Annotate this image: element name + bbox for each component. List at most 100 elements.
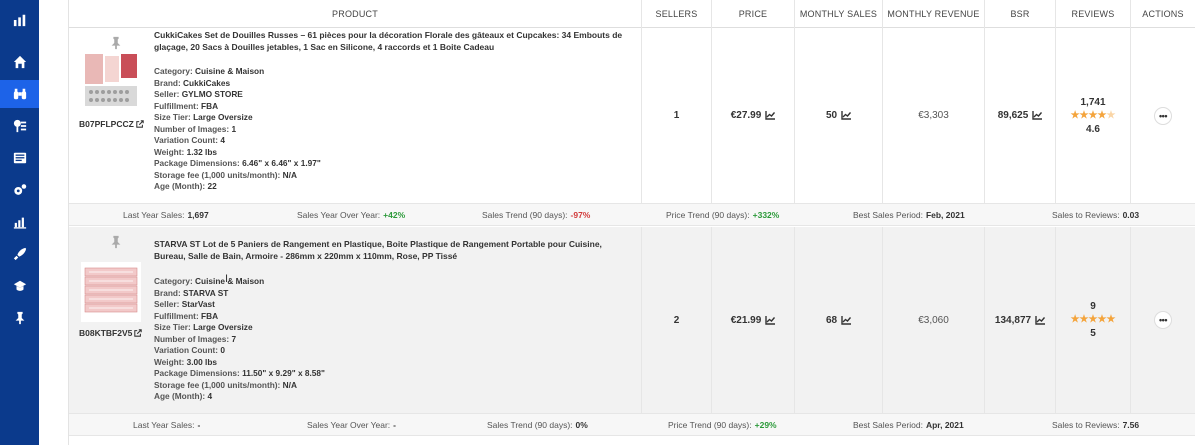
actions-cell: ••• (1131, 227, 1195, 413)
star-icon: ★ (1088, 314, 1098, 325)
external-link-icon (134, 329, 143, 337)
sales-to-reviews: Sales to Reviews: 0.03 (1052, 210, 1140, 220)
star-icon: ★ (1106, 314, 1116, 325)
detail-line: Category: Cuisine & Maison (154, 276, 265, 286)
detail-line: Seller: GYLMO STORE (154, 89, 243, 99)
monthly-sales-value: 50 (825, 110, 838, 121)
monthly-sales-cell: 68 (795, 227, 883, 413)
sellers-value: 2 (642, 227, 712, 413)
sales-to-reviews: Sales to Reviews: 7.56 (1052, 420, 1140, 430)
header-actions: ACTIONS (1142, 9, 1184, 19)
sales-history-chart-icon[interactable] (841, 111, 852, 120)
star-icon: ★ (1079, 109, 1089, 121)
pin-icon[interactable] (0, 304, 39, 332)
bsr-cell: 89,625 (985, 28, 1056, 203)
listing-icon[interactable] (0, 144, 39, 172)
detail-line: Number of Images: 7 (154, 333, 237, 344)
rating-value: 5 (1090, 328, 1096, 339)
asin-link[interactable]: B07PFLPCCZ (79, 119, 144, 129)
bsr-value: 89,625 (997, 110, 1029, 121)
bsr-value: 134,877 (994, 314, 1032, 326)
price-value: €21.99 (730, 314, 762, 326)
price-trend: Price Trend (90 days): +29% (668, 420, 777, 430)
product-details: Category: Cuisine & Maison Brand: STARVA… (154, 276, 325, 403)
pin-icon[interactable] (109, 36, 123, 50)
price-history-chart-icon[interactable] (765, 111, 776, 120)
external-link-icon (136, 120, 144, 128)
more-actions-button[interactable]: ••• (1154, 311, 1172, 329)
asin-text: B08KTBF2V5 (79, 328, 133, 338)
rocket-icon[interactable] (0, 240, 39, 268)
sales-stats-row: Last Year Sales: - Sales Year Over Year: -… (69, 414, 1195, 436)
detail-line: Storage fee (1,000 units/month): N/A (154, 379, 297, 390)
product-image[interactable] (81, 50, 141, 110)
binoculars-icon[interactable] (0, 80, 39, 108)
star-rating: ★ ★ ★ ★ ★ (1071, 109, 1116, 121)
monthly-revenue-value: €3,303 (883, 28, 985, 203)
asin-link[interactable]: B08KTBF2V5 (79, 328, 143, 338)
more-actions-button[interactable]: ••• (1154, 106, 1172, 125)
last-year-sales: Last Year Sales: 1,697 (123, 210, 209, 220)
detail-line: Brand: STARVA ST (154, 287, 229, 298)
logo-icon[interactable] (0, 6, 39, 34)
price-cell: €27.99 (712, 28, 795, 203)
product-cell: B08KTBF2V5 STARVA ST Lot de 5 Paniers de… (69, 227, 642, 413)
text-cursor-icon: I (225, 273, 229, 285)
detail-line: Size Tier: Large Oversize (154, 322, 253, 332)
table-row[interactable]: B07PFLPCCZ CukkiCakes Set de Douilles Ru… (69, 28, 1195, 204)
header-bsr[interactable]: BSR (985, 0, 1056, 28)
table-row[interactable]: B08KTBF2V5 STARVA ST Lot de 5 Paniers de… (69, 227, 1195, 414)
header-reviews[interactable]: REVIEWS (1056, 0, 1131, 28)
header-monthly-revenue[interactable]: MONTHLY REVENUE (883, 0, 985, 28)
detail-line: Size Tier: Large Oversize (154, 112, 253, 122)
review-count: 1,741 (1080, 96, 1106, 108)
settings-gears-icon[interactable] (0, 176, 39, 204)
price-history-chart-icon[interactable] (765, 315, 776, 325)
product-image[interactable] (81, 262, 141, 322)
star-icon: ★ (1079, 314, 1089, 325)
price-value: €27.99 (730, 110, 762, 121)
home-icon[interactable] (0, 48, 39, 76)
price-cell: €21.99 (712, 227, 795, 413)
reviews-cell: 1,741 ★ ★ ★ ★ ★ 4.6 (1056, 28, 1131, 203)
monthly-sales-cell: 50 (795, 28, 883, 203)
products-table: PRODUCT SELLERS PRICE MONTHLY SALES MONT… (68, 0, 1195, 445)
rating-value: 4.6 (1086, 123, 1100, 135)
detail-line: Category: Cuisine & Maison (154, 66, 265, 76)
star-rating: ★ ★ ★ ★ ★ (1071, 315, 1116, 325)
header-sellers[interactable]: SELLERS (642, 0, 712, 28)
detail-line: Fulfillment: FBA (154, 310, 219, 321)
bsr-history-chart-icon[interactable] (1032, 111, 1043, 120)
detail-line: Package Dimensions: 6.46" x 6.46" x 1.97… (154, 158, 321, 168)
sales-trend: Sales Trend (90 days): -97% (482, 210, 591, 220)
product-title[interactable]: CukkiCakes Set de Douilles Russes – 61 p… (154, 29, 634, 53)
bsr-history-chart-icon[interactable] (1035, 315, 1046, 325)
product-title[interactable]: STARVA ST Lot de 5 Paniers de Rangement … (154, 238, 634, 262)
detail-line: Age (Month): 22 (154, 181, 217, 191)
sales-yoy: Sales Year Over Year: - (307, 420, 397, 430)
header-product[interactable]: PRODUCT (69, 0, 642, 28)
sales-history-chart-icon[interactable] (841, 315, 852, 325)
detail-line: Fulfillment: FBA (154, 100, 219, 111)
header-monthly-sales[interactable]: MONTHLY SALES (795, 0, 883, 28)
analytics-icon[interactable] (0, 208, 39, 236)
product-cell: B07PFLPCCZ CukkiCakes Set de Douilles Ru… (69, 28, 642, 203)
price-trend: Price Trend (90 days): +332% (666, 210, 780, 220)
sellers-value: 1 (642, 28, 712, 203)
graduation-cap-icon[interactable] (0, 272, 39, 300)
table-row[interactable] (69, 437, 1195, 445)
monthly-revenue-value: €3,060 (883, 227, 985, 413)
detail-line: Weight: 3.00 lbs (154, 356, 218, 367)
detail-line: Variation Count: 0 (154, 345, 226, 355)
sales-yoy: Sales Year Over Year: +42% (297, 210, 406, 220)
sidebar (0, 0, 39, 445)
header-price[interactable]: PRICE (712, 0, 795, 28)
keyword-icon[interactable] (0, 112, 39, 140)
pin-icon[interactable] (109, 235, 123, 249)
review-count: 9 (1090, 301, 1096, 312)
best-sales-period: Best Sales Period: Apr, 2021 (853, 420, 964, 430)
monthly-sales-value: 68 (825, 314, 838, 326)
sales-trend: Sales Trend (90 days): 0% (487, 420, 588, 430)
detail-line: Package Dimensions: 11.50" x 9.29" x 8.5… (154, 368, 325, 378)
gutter (39, 0, 67, 445)
